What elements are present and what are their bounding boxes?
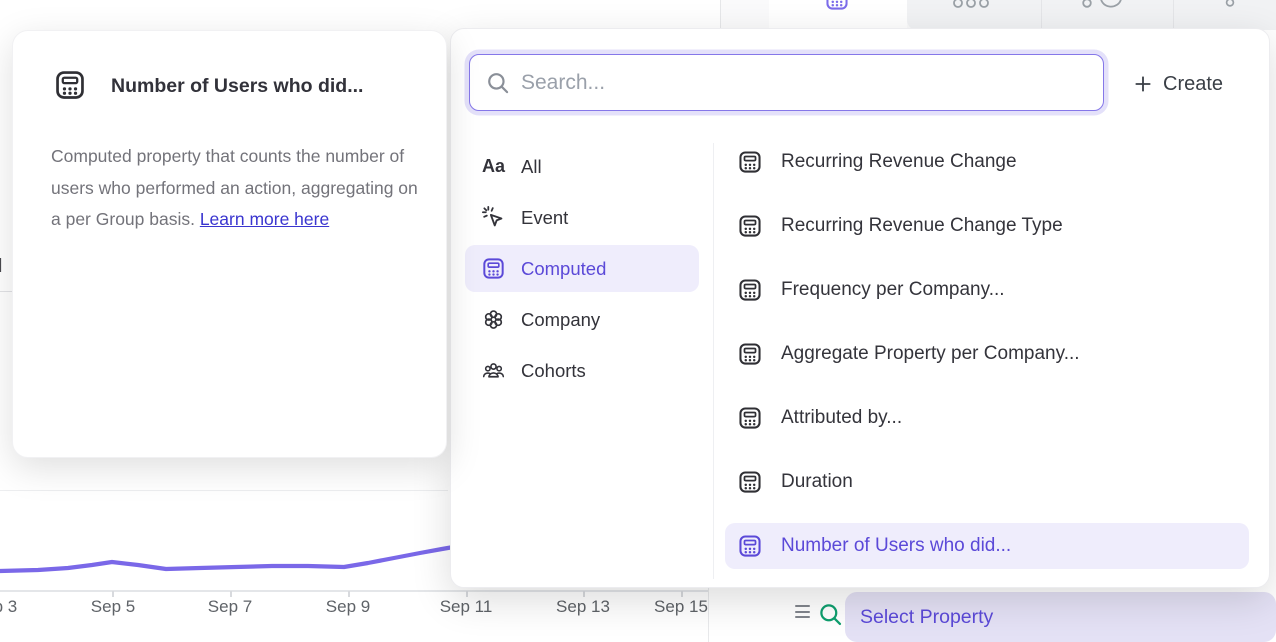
property-label: Recurring Revenue Change Type [781,215,1063,237]
tooltip-description: Computed property that counts the number… [51,141,423,236]
property-row-aggregate-property-per-company[interactable]: Aggregate Property per Company... [725,331,1249,377]
axis-label-sep9: Sep 9 [326,597,370,617]
tab-separator [1173,0,1174,30]
column-divider [713,143,714,579]
tab-separator [1041,0,1042,30]
calculator-icon [737,149,763,175]
event-click-icon [481,205,506,230]
category-label: Computed [521,258,606,280]
axis-label-sep5: Sep 5 [91,597,135,617]
property-label: Recurring Revenue Change [781,151,1017,173]
retention-curve-icon[interactable] [1081,0,1127,11]
menu-icon[interactable] [795,605,810,622]
property-label: Duration [781,471,853,493]
category-label: Company [521,309,600,331]
create-button[interactable]: Create [1133,67,1223,101]
calculator-icon[interactable] [824,0,850,12]
clipped-text-fragment: ] [0,256,2,273]
learn-more-link[interactable]: Learn more here [200,209,329,229]
report-tab-strip [720,0,1276,30]
property-row-attributed-by[interactable]: Attributed by... [725,395,1249,441]
x-axis [0,590,708,592]
select-property-label: Select Property [860,606,993,629]
property-label: Frequency per Company... [781,279,1005,301]
calculator-icon [737,341,763,367]
app-root: ] Sep 3 Sep 5 Sep 7 Sep 9 Sep 11 Sep 13 … [0,0,1276,642]
category-item-cohorts[interactable]: Cohorts [465,347,699,394]
calculator-icon [737,277,763,303]
axis-label-sep11: Sep 11 [440,597,493,617]
property-label: Attributed by... [781,407,902,429]
panel-border [708,588,709,642]
property-row-recurring-revenue-change-type[interactable]: Recurring Revenue Change Type [725,203,1249,249]
category-item-event[interactable]: Event [465,194,699,241]
category-label: All [521,156,542,178]
calculator-icon [737,405,763,431]
search-icon[interactable] [817,601,844,628]
chart-dots-icon[interactable] [951,0,991,11]
tooltip-title: Number of Users who did... [111,75,363,98]
category-label: Cohorts [521,360,586,382]
property-label: Number of Users who did... [781,535,1011,557]
category-label: Event [521,207,568,229]
category-item-computed[interactable]: Computed [465,245,699,292]
search-icon [485,70,511,96]
search-box [469,54,1104,111]
calculator-icon [737,533,763,559]
dot-icon[interactable] [1225,0,1237,9]
category-item-company[interactable]: Company [465,296,699,343]
property-row-frequency-per-company[interactable]: Frequency per Company... [725,267,1249,313]
plus-icon [1133,74,1153,94]
chart-line [0,545,465,571]
property-label: Aggregate Property per Company... [781,343,1080,365]
tooltip-card: Number of Users who did... Computed prop… [12,30,447,458]
calculator-icon [737,469,763,495]
category-item-all[interactable]: Aa All [465,143,699,190]
axis-label-sep7: Sep 7 [208,597,252,617]
axis-label-sep3: Sep 3 [0,597,17,617]
select-property-pill[interactable]: Select Property [845,592,1276,642]
aa-text-icon: Aa [481,156,506,177]
property-row-recurring-revenue-change[interactable]: Recurring Revenue Change [725,139,1249,185]
axis-label-sep15: Sep 15 [654,597,708,617]
category-column: Aa All Event Computed Company Cohorts [465,143,699,394]
property-row-number-of-users-who-did[interactable]: Number of Users who did... [725,523,1249,569]
create-button-label: Create [1163,73,1223,96]
chart-panel-divider [0,490,448,491]
cohorts-people-icon [481,358,506,383]
axis-label-sep13: Sep 13 [556,597,610,617]
calculator-icon [53,68,87,102]
calculator-icon [481,256,506,281]
company-cluster-icon [481,307,506,332]
search-input[interactable] [521,55,1103,110]
property-picker-dropdown: Create Aa All Event Computed Company Coh… [450,28,1270,588]
properties-list: Recurring Revenue Change Recurring Reven… [725,139,1249,569]
calculator-icon [737,213,763,239]
property-row-duration[interactable]: Duration [725,459,1249,505]
